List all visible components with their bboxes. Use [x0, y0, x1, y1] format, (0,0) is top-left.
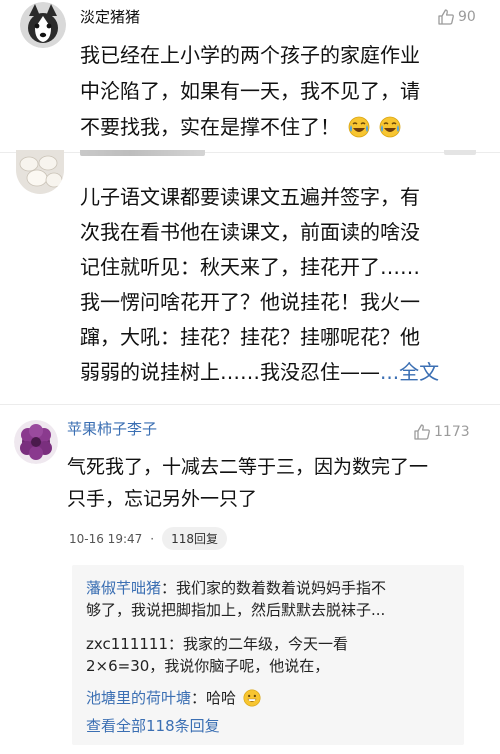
- comment-text-line: 中沦陷了，如果有一天，我不见了，请: [80, 79, 420, 103]
- reply-count-button[interactable]: 118回复: [162, 527, 227, 550]
- avatar-husky[interactable]: [20, 2, 66, 48]
- comment-text-line: 儿子语文课都要读课文五遍并签字，有: [80, 185, 420, 209]
- comment-meta: 10-16 19:47 · 118回复: [69, 527, 227, 550]
- comment-text-line: 弱弱的说挂树上……我没忍住——...全文: [80, 357, 439, 387]
- comment-text-line: 记住就听见：秋天来了，挂花开了……: [80, 255, 420, 279]
- like-count: 90: [458, 9, 476, 25]
- grinning-emoji: [243, 689, 261, 713]
- avatar-flower[interactable]: [14, 420, 58, 464]
- reply-item-continued: 够了，我说把脚指加上，然后默默去脱袜子...: [86, 601, 386, 619]
- comment-text-line: 我一愣问啥花开了？他说挂花！我火一: [80, 290, 420, 314]
- like-button[interactable]: 90: [437, 8, 476, 26]
- replies-panel: 藩俶芊咄猪：我们家的数着数着说妈妈手指不 够了，我说把脚指加上，然后默默去脱袜子…: [72, 565, 464, 745]
- comment-feed: 淡定猪猪 90 我已经在上小学的两个孩子的家庭作业 中沦陷了，如果有一天，我不见…: [0, 0, 500, 754]
- comment-text-line: 不要找我，实在是撑不住了！: [80, 112, 401, 146]
- reply-item[interactable]: 藩俶芊咄猪：我们家的数着数着说妈妈手指不: [86, 577, 386, 599]
- comment-text-line: 次我在看书他在读课文，前面读的啥没: [80, 220, 420, 244]
- comment-text: 不要找我，实在是撑不住了！: [80, 115, 340, 139]
- reply-text: ：我家的二年级，今天一看: [168, 635, 349, 653]
- comment-username[interactable]: 淡定猪猪: [80, 7, 140, 27]
- avatar-dumplings[interactable]: [16, 150, 64, 194]
- full-text-link[interactable]: ...全文: [380, 360, 439, 384]
- thumbs-up-icon: [438, 9, 454, 25]
- comment-text-line: 只手，忘记另外一只了: [67, 488, 258, 510]
- comment-text-line: 我已经在上小学的两个孩子的家庭作业: [80, 43, 420, 67]
- comment-text-line: 气死我了，十减去二等于三，因为数完了一: [67, 456, 429, 478]
- reply-item[interactable]: zxc111111：我家的二年级，今天一看: [86, 633, 348, 655]
- separator-dot: ·: [150, 531, 155, 546]
- view-all-replies-link[interactable]: 查看全部118条回复: [86, 715, 220, 737]
- reply-item-continued: 2×6=30，我说你脑子呢，他说在，: [86, 657, 330, 675]
- reply-text: ：我们家的数着数着说妈妈手指不: [161, 579, 387, 597]
- comment-divider: [0, 404, 500, 405]
- like-count: 1173: [434, 424, 470, 440]
- reply-username[interactable]: 池塘里的荷叶塘: [86, 689, 191, 707]
- comment-text-line: 蹿，大吼：挂花？挂花？挂哪呢花？他: [80, 325, 420, 349]
- reply-username[interactable]: 藩俶芊咄猪: [86, 579, 161, 597]
- truncated-like: [444, 150, 476, 158]
- comment-divider: [0, 152, 500, 153]
- like-button[interactable]: 1173: [413, 423, 470, 441]
- reply-text: ：哈哈: [191, 689, 237, 707]
- comment-text: 弱弱的说挂树上……我没忍住——: [80, 360, 380, 384]
- reply-item[interactable]: 池塘里的荷叶塘：哈哈: [86, 687, 261, 713]
- purple-flower-icon: [14, 420, 58, 464]
- husky-icon: [20, 2, 66, 48]
- crying-laughing-emoji: [379, 116, 401, 146]
- reply-username[interactable]: zxc111111: [86, 635, 168, 653]
- comment-username[interactable]: 苹果柿子李子: [67, 419, 157, 439]
- crying-laughing-emoji: [348, 116, 370, 146]
- dumplings-icon: [16, 150, 64, 194]
- thumbs-up-icon: [414, 424, 430, 440]
- timestamp: 10-16 19:47: [69, 531, 143, 546]
- truncated-header: [80, 150, 210, 159]
